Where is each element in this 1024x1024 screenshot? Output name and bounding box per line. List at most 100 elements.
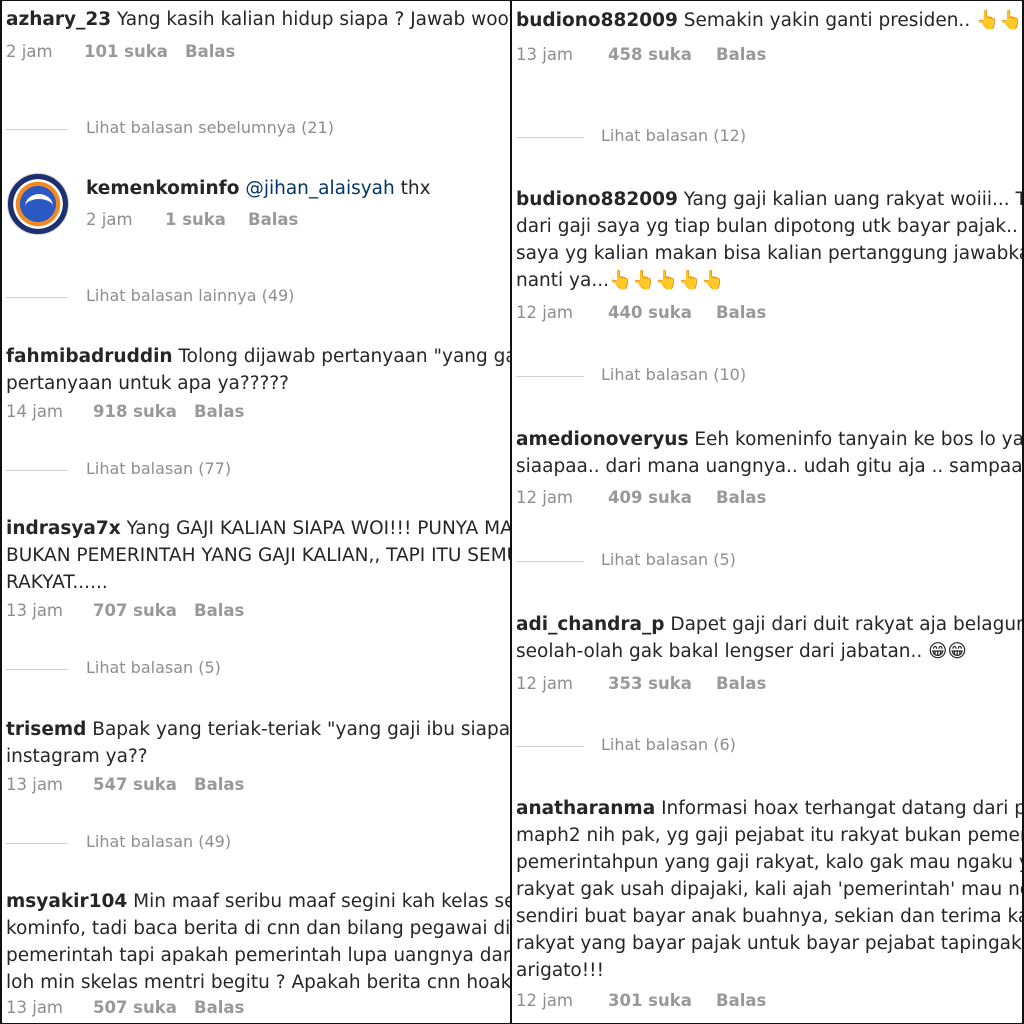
comment-body-line: seolah-olah gak bakal lengser dari jabat… [516, 641, 967, 662]
reply-button[interactable]: Balas [194, 601, 244, 620]
right-comments-panel: budiono882009 Semakin yakin ganti presid… [512, 0, 1024, 1024]
reply-button[interactable]: Balas [194, 998, 244, 1017]
comment-likes[interactable]: 1 suka [165, 210, 226, 229]
comment-body-line: siaapaa.. dari mana uangnya.. udah gitu … [516, 456, 1024, 477]
comment: anatharanma Informasi hoax terhangat dat… [516, 795, 1022, 984]
mention-link[interactable]: @jihan_alaisyah [245, 178, 394, 199]
comment-body-line: kominfo, tadi baca berita di cnn dan bil… [6, 918, 510, 939]
divider-line [516, 561, 584, 562]
comment-time: 13 jam [6, 601, 64, 620]
comment-likes[interactable]: 918 suka [93, 402, 177, 421]
left-comments-panel: azhary_23 Yang kasih kalian hidup siapa … [0, 0, 510, 1024]
comment-body-line: BUKAN PEMERINTAH YANG GAJI KALIAN,, TAPI… [6, 545, 510, 566]
comment-time: 13 jam [6, 775, 64, 794]
comment-time: 12 jam [516, 303, 574, 322]
comment-username[interactable]: budiono882009 [516, 189, 678, 210]
comment-username[interactable]: trisemd [6, 719, 86, 740]
comment-body-line: Dapet gaji dari duit rakyat aja belaguny… [670, 614, 1024, 635]
comment-body-line: RAKYAT...... [6, 572, 108, 593]
view-replies-label[interactable]: Lihat balasan lainnya (49) [86, 286, 294, 305]
comment: indrasya7x Yang GAJI KALIAN SIAPA WOI!!!… [6, 515, 510, 596]
comment-likes[interactable]: 101 suka [84, 42, 168, 61]
comment-body-line: Yang GAJI KALIAN SIAPA WOI!!! PUNYA MALU… [126, 518, 510, 539]
comment-body: Semakin yakin ganti presiden.. 👆👆👆👆 [683, 10, 1023, 31]
comment-username[interactable]: kemenkominfo [86, 178, 239, 199]
comment-username[interactable]: indrasya7x [6, 518, 121, 539]
comment-body: Yang kasih kalian hidup siapa ? Jawab wo… [116, 9, 510, 30]
comment-time: 12 jam [516, 991, 574, 1010]
comment-time: 12 jam [516, 674, 574, 693]
view-replies-label[interactable]: Lihat balasan (49) [86, 832, 231, 851]
comment: amedionoveryus Eeh komeninfo tanyain ke … [516, 426, 1022, 480]
reply-button[interactable]: Balas [716, 991, 766, 1010]
comment-time: 14 jam [6, 402, 64, 421]
view-replies-label[interactable]: Lihat balasan (5) [601, 550, 736, 569]
comment-body-line: pemerintah tapi apakah pemerintah lupa u… [6, 945, 510, 966]
comment-username[interactable]: msyakir104 [6, 891, 127, 912]
comment-body-line: Bapak yang teriak-teriak "yang gaji ibu … [92, 719, 510, 740]
divider-line [516, 137, 584, 138]
comment-body-line: loh min skelas mentri begitu ? Apakah be… [6, 972, 510, 993]
reply-comment: kemenkominfo @jihan_alaisyah thx [86, 175, 510, 202]
divider-line [516, 746, 584, 747]
divider-line [6, 129, 68, 130]
comment-likes[interactable]: 409 suka [608, 488, 692, 507]
comment: msyakir104 Min maaf seribu maaf segini k… [6, 888, 510, 996]
comment-body-line: Yang gaji kalian uang rakyat woiii... Te… [683, 189, 1024, 210]
view-replies-label[interactable]: Lihat balasan (77) [86, 459, 231, 478]
comment-username[interactable]: anatharanma [516, 798, 655, 819]
reply-button[interactable]: Balas [716, 45, 766, 64]
comment-username[interactable]: amedionoveryus [516, 429, 688, 450]
comment-body-line: Informasi hoax terhangat datang dari pak… [661, 798, 1022, 819]
comment-body-line: dari gaji saya yg tiap bulan dipotong ut… [516, 216, 1024, 237]
comment: adi_chandra_p Dapet gaji dari duit rakya… [516, 611, 1022, 665]
comment: budiono882009 Semakin yakin ganti presid… [516, 7, 1022, 34]
comment-likes[interactable]: 547 suka [93, 775, 177, 794]
comment-body-line: Tolong dijawab pertanyaan "yang gaji ibu… [178, 346, 510, 367]
comment: budiono882009 Yang gaji kalian uang raky… [516, 186, 1022, 294]
view-replies-label[interactable]: Lihat balasan (10) [601, 365, 746, 384]
comment-likes[interactable]: 458 suka [608, 45, 692, 64]
comment-likes[interactable]: 440 suka [608, 303, 692, 322]
divider-line [6, 843, 68, 844]
comment-body-line: Min maaf seribu maaf segini kah kelas se… [133, 891, 510, 912]
comment-time: 13 jam [516, 45, 574, 64]
comment-likes[interactable]: 507 suka [93, 998, 177, 1017]
comment-body: thx [400, 178, 431, 199]
divider-line [6, 669, 68, 670]
reply-button[interactable]: Balas [194, 402, 244, 421]
comment-body-line: instagram ya?? [6, 746, 148, 767]
comment-username[interactable]: budiono882009 [516, 10, 678, 31]
reply-button[interactable]: Balas [716, 303, 766, 322]
avatar[interactable] [7, 173, 69, 235]
divider-line [516, 376, 584, 377]
comment-time: 2 jam [6, 42, 53, 61]
reply-button[interactable]: Balas [194, 775, 244, 794]
comment-username[interactable]: azhary_23 [6, 9, 111, 30]
comment-body-line: pemerintahpun yang gaji rakyat, kalo gak… [516, 852, 1024, 873]
reply-button[interactable]: Balas [248, 210, 298, 229]
reply-button[interactable]: Balas [716, 488, 766, 507]
comment-body-line: pertanyaan untuk apa ya????? [6, 373, 289, 394]
view-replies-label[interactable]: Lihat balasan (5) [86, 658, 221, 677]
comment-likes[interactable]: 707 suka [93, 601, 177, 620]
view-replies-label[interactable]: Lihat balasan (6) [601, 735, 736, 754]
comment-body-line: nanti ya...👆👆👆👆👆 [516, 270, 725, 291]
reply-button[interactable]: Balas [185, 42, 235, 61]
comment-time: 12 jam [516, 488, 574, 507]
reply-button[interactable]: Balas [716, 674, 766, 693]
comment-body-line: arigato!!! [516, 960, 604, 981]
comment: trisemd Bapak yang teriak-teriak "yang g… [6, 716, 510, 770]
comment-body-line: Eeh komeninfo tanyain ke bos lo yah.. ya… [694, 429, 1024, 450]
divider-line [6, 470, 68, 471]
comment-likes[interactable]: 301 suka [608, 991, 692, 1010]
comment-likes[interactable]: 353 suka [608, 674, 692, 693]
comment-body-line: sendiri buat bayar anak buahnya, sekian … [516, 906, 1024, 927]
comment-time: 13 jam [6, 998, 64, 1017]
view-replies-label[interactable]: Lihat balasan sebelumnya (21) [86, 118, 334, 137]
comment-username[interactable]: adi_chandra_p [516, 614, 664, 635]
comment-username[interactable]: fahmibadruddin [6, 346, 173, 367]
comment-body-line: saya yg kalian makan bisa kalian pertang… [516, 243, 1024, 264]
view-replies-label[interactable]: Lihat balasan (12) [601, 126, 746, 145]
comment-body-line: rakyat yang bayar pajak untuk bayar peja… [516, 933, 1024, 954]
